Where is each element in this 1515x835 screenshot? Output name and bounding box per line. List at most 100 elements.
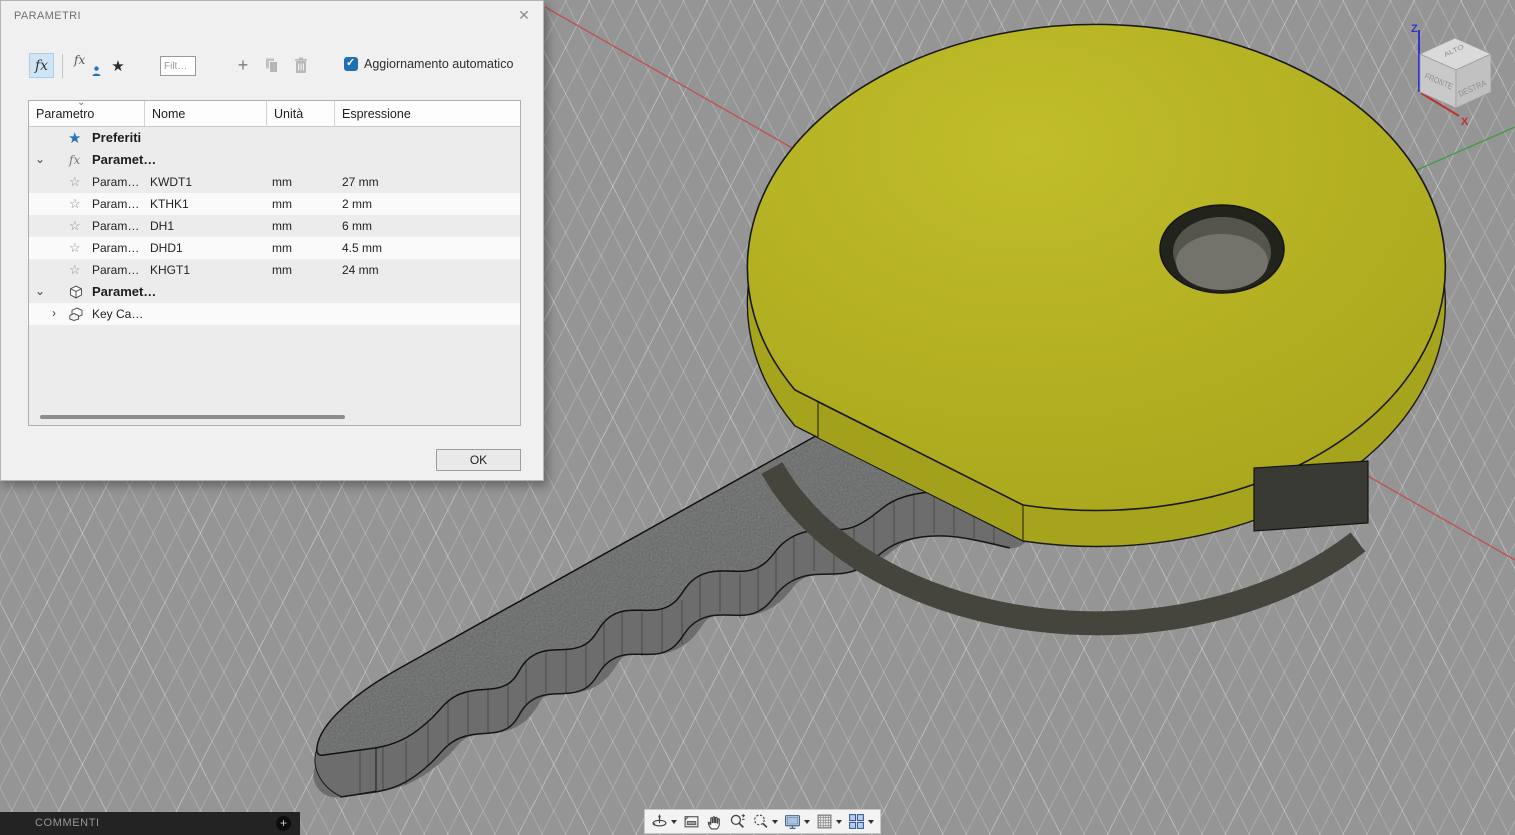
favorite-toggle-icon[interactable]: ☆ bbox=[69, 240, 81, 256]
model-cube-icon bbox=[69, 285, 83, 299]
dialog-toolbar: fx fx ★ + Aggi bbox=[29, 53, 523, 81]
orbit-button[interactable] bbox=[648, 810, 680, 833]
table-row-user-parameters-group[interactable]: ⌄ fx Paramet… bbox=[29, 149, 520, 171]
add-comment-icon[interactable]: + bbox=[276, 816, 291, 831]
column-header-unita[interactable]: Unità bbox=[267, 101, 335, 126]
parameters-dialog: PARAMETRI ✕ fx fx ★ + bbox=[0, 0, 544, 481]
table-row-key-cap-component[interactable]: › Key Ca… bbox=[29, 303, 520, 325]
grid-display-button[interactable] bbox=[813, 810, 845, 833]
comments-bar[interactable]: COMMENTI + bbox=[0, 812, 300, 835]
fx-group-icon: fx bbox=[69, 153, 80, 167]
auto-update-label: Aggiornamento automatico bbox=[364, 57, 513, 71]
group-label: Paramet… bbox=[92, 152, 156, 167]
trash-icon bbox=[294, 57, 308, 74]
column-header-parametro[interactable]: ⌄ Parametro bbox=[29, 101, 145, 126]
favorite-toggle-icon[interactable]: ☆ bbox=[69, 262, 81, 278]
table-header: ⌄ Parametro Nome Unità Espressione bbox=[29, 101, 520, 127]
param-unit-cell: mm bbox=[272, 219, 292, 233]
param-expression-cell[interactable]: 2 mm bbox=[342, 197, 372, 211]
param-type-cell: Param… bbox=[92, 241, 139, 255]
param-name-cell: DHD1 bbox=[150, 241, 183, 255]
column-header-nome[interactable]: Nome bbox=[145, 101, 267, 126]
param-expression-cell[interactable]: 24 mm bbox=[342, 263, 379, 277]
param-expression-cell[interactable]: 4.5 mm bbox=[342, 241, 382, 255]
param-expression-cell[interactable]: 27 mm bbox=[342, 175, 379, 189]
comments-label: COMMENTI bbox=[35, 817, 100, 829]
display-settings-dropdown-arrow[interactable] bbox=[804, 820, 810, 824]
close-icon[interactable]: ✕ bbox=[515, 7, 533, 24]
favorites-label: Preferiti bbox=[92, 130, 141, 145]
table-row-model-parameters-group[interactable]: ⌄ Paramet… bbox=[29, 281, 520, 303]
table-row-favorites[interactable]: ★ Preferiti bbox=[29, 127, 520, 149]
horizontal-scrollbar[interactable] bbox=[37, 415, 512, 420]
param-unit-cell: mm bbox=[272, 197, 292, 211]
table-row-param-kthk1[interactable]: ☆ Param… KTHK1 mm 2 mm bbox=[29, 193, 520, 215]
favorites-star-button[interactable]: ★ bbox=[107, 53, 129, 78]
favorite-toggle-icon[interactable]: ☆ bbox=[69, 196, 81, 212]
param-type-cell: Param… bbox=[92, 175, 139, 189]
table-row-param-dhd1[interactable]: ☆ Param… DHD1 mm 4.5 mm bbox=[29, 237, 520, 259]
viewports-button[interactable] bbox=[845, 810, 877, 833]
zoom-window-button[interactable] bbox=[749, 810, 781, 833]
expand-chevron-icon[interactable]: › bbox=[52, 306, 56, 320]
param-name-cell: KTHK1 bbox=[150, 197, 189, 211]
favorites-star-icon: ★ bbox=[68, 129, 81, 147]
auto-update-checkbox[interactable] bbox=[344, 57, 358, 71]
toolbar-separator bbox=[62, 54, 63, 78]
zoom-button[interactable] bbox=[726, 810, 749, 833]
component-icon bbox=[69, 307, 85, 321]
grid-display-dropdown-arrow[interactable] bbox=[836, 820, 842, 824]
fx-parameters-button[interactable]: fx bbox=[29, 53, 54, 78]
collapse-chevron-icon[interactable]: ⌄ bbox=[35, 284, 45, 298]
add-parameter-button[interactable]: + bbox=[233, 53, 253, 78]
param-name-cell: KWDT1 bbox=[150, 175, 192, 189]
param-unit-cell: mm bbox=[272, 241, 292, 255]
param-unit-cell: mm bbox=[272, 263, 292, 277]
table-row-param-khgt1[interactable]: ☆ Param… KHGT1 mm 24 mm bbox=[29, 259, 520, 281]
pan-icon bbox=[706, 813, 723, 830]
view-cube[interactable]: ALTO FRONTE DESTRA Z X bbox=[1411, 23, 1491, 128]
param-unit-cell: mm bbox=[272, 175, 292, 189]
param-name-cell: DH1 bbox=[150, 219, 174, 233]
param-type-cell: Param… bbox=[92, 263, 139, 277]
scrollbar-thumb[interactable] bbox=[40, 415, 345, 419]
user-parameter-button[interactable]: fx bbox=[74, 53, 102, 78]
copy-icon bbox=[264, 57, 280, 74]
column-header-espressione[interactable]: Espressione bbox=[335, 101, 520, 126]
key-cap-hole bbox=[1160, 205, 1284, 293]
viewports-dropdown-arrow[interactable] bbox=[868, 820, 874, 824]
user-person-icon bbox=[92, 66, 101, 76]
delete-parameter-button[interactable] bbox=[291, 53, 311, 78]
param-expression-cell[interactable]: 6 mm bbox=[342, 219, 372, 233]
sort-chevron-icon: ⌄ bbox=[77, 97, 85, 108]
favorite-toggle-icon[interactable]: ☆ bbox=[69, 218, 81, 234]
collapse-chevron-icon[interactable]: ⌄ bbox=[35, 152, 45, 166]
look-at-button[interactable] bbox=[680, 810, 703, 833]
look-at-icon bbox=[683, 813, 700, 830]
viewcube-z-label: Z bbox=[1411, 23, 1418, 35]
parameters-table: ⌄ Parametro Nome Unità Espressione ★ Pre… bbox=[28, 100, 521, 426]
param-type-cell: Param… bbox=[92, 219, 139, 233]
group-label: Paramet… bbox=[92, 284, 156, 299]
table-row-param-kwdt1[interactable]: ☆ Param… KWDT1 mm 27 mm bbox=[29, 171, 520, 193]
ok-button[interactable]: OK bbox=[436, 449, 521, 471]
copy-parameter-button[interactable] bbox=[261, 53, 283, 78]
dialog-title[interactable]: PARAMETRI bbox=[14, 10, 81, 22]
zoom-window-icon bbox=[752, 813, 769, 830]
table-row-param-dh1[interactable]: ☆ Param… DH1 mm 6 mm bbox=[29, 215, 520, 237]
display-settings-button[interactable] bbox=[781, 810, 813, 833]
viewports-icon bbox=[848, 813, 865, 830]
favorite-toggle-icon[interactable]: ☆ bbox=[69, 174, 81, 190]
orbit-icon bbox=[651, 813, 668, 830]
auto-update-toggle[interactable]: Aggiornamento automatico bbox=[344, 57, 513, 71]
pan-button[interactable] bbox=[703, 810, 726, 833]
param-name-cell: KHGT1 bbox=[150, 263, 190, 277]
viewcube-x-label: X bbox=[1461, 116, 1469, 128]
filter-input[interactable] bbox=[160, 56, 196, 76]
zoom-icon bbox=[729, 813, 746, 830]
grid-display-icon bbox=[816, 813, 833, 830]
navigation-toolbar bbox=[644, 809, 881, 834]
zoom-window-dropdown-arrow[interactable] bbox=[772, 820, 778, 824]
component-label: Key Ca… bbox=[92, 307, 143, 321]
orbit-dropdown-arrow[interactable] bbox=[671, 820, 677, 824]
